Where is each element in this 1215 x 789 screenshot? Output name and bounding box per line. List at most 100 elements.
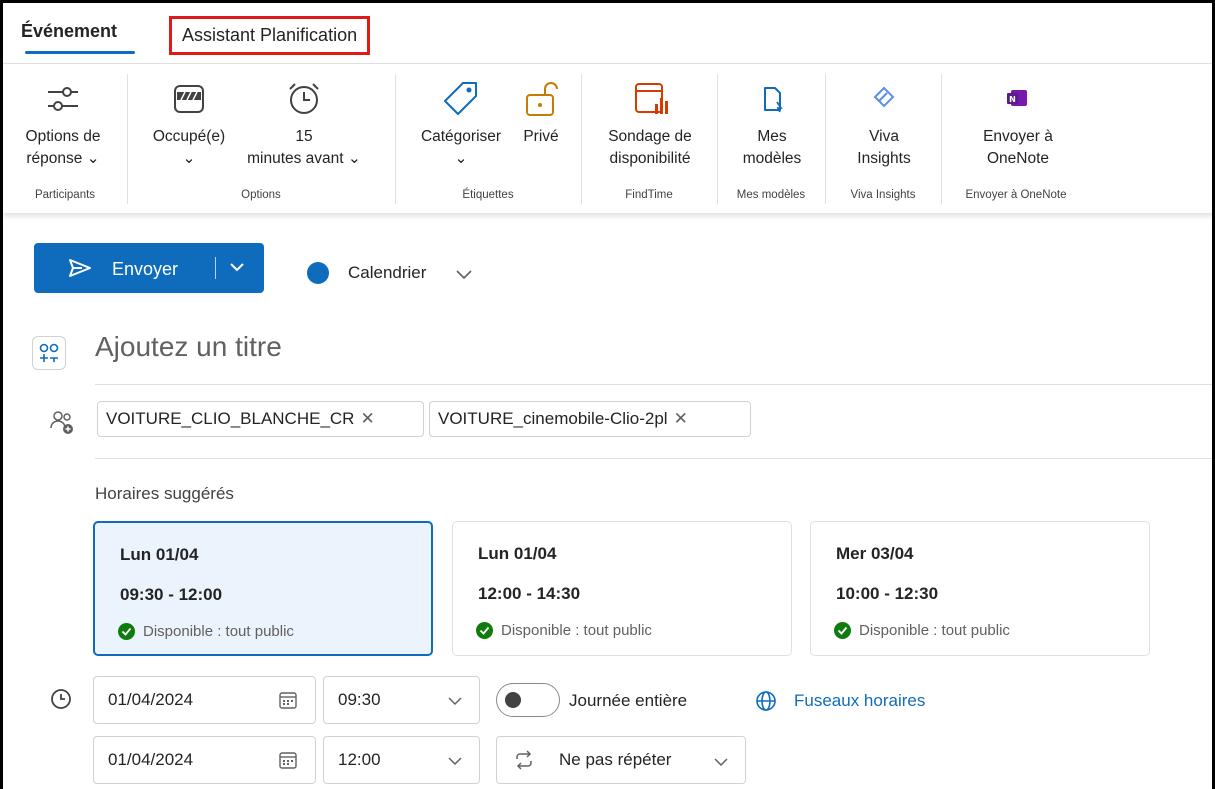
- ribbon-tabs: Événement Assistant Planification: [3, 3, 1212, 63]
- repeat-value: Ne pas répéter: [559, 750, 672, 769]
- send-button[interactable]: Envoyer: [34, 243, 264, 293]
- end-time-value: 12:00: [338, 750, 381, 769]
- suggestion-status: Disponible : tout public: [501, 622, 652, 639]
- reminder-line2: minutes avant ⌄: [247, 150, 361, 167]
- suggestion-day: Lun 01/04: [120, 545, 199, 564]
- reminder-button[interactable]: 15 minutes avant ⌄: [237, 78, 371, 170]
- chevron-down-icon[interactable]: [446, 753, 464, 773]
- end-date-value: 01/04/2024: [108, 750, 194, 769]
- unlock-icon: [513, 78, 569, 120]
- busy-status-line1: Occupé(e): [152, 128, 226, 145]
- availability-poll-line1: Sondage de: [608, 128, 692, 145]
- busy-status-line2: ⌄: [182, 150, 196, 167]
- add-attendee-icon[interactable]: [49, 408, 75, 441]
- attendee-chip[interactable]: VOITURE_cinemobile-Clio-2pl ✕: [429, 401, 751, 437]
- sliders-icon: [17, 78, 109, 120]
- private-button[interactable]: Privé: [513, 78, 569, 148]
- private-line1: Privé: [523, 128, 559, 145]
- attendee-name: VOITURE_cinemobile-Clio-2pl: [438, 409, 668, 428]
- toggle-knob: [505, 692, 521, 708]
- ribbon-separator: [395, 74, 396, 204]
- suggestion-status: Disponible : tout public: [859, 622, 1010, 639]
- app-window: Événement Assistant Planification Option…: [0, 0, 1215, 789]
- viva-insights-icon: [837, 78, 931, 120]
- busy-status-icon: [139, 78, 239, 120]
- tag-icon: [409, 78, 513, 120]
- tab-event[interactable]: Événement: [21, 21, 117, 42]
- globe-icon[interactable]: [754, 689, 778, 718]
- attendee-name: VOITURE_CLIO_BLANCHE_CR: [106, 409, 355, 428]
- start-date-field[interactable]: 01/04/2024: [93, 676, 316, 724]
- group-label-viva: Viva Insights: [850, 189, 916, 201]
- chevron-down-icon[interactable]: [446, 693, 464, 713]
- calendar-color-dot: [307, 262, 329, 284]
- end-time-field[interactable]: 12:00: [323, 736, 480, 784]
- my-templates-button[interactable]: Mes modèles: [725, 78, 819, 170]
- all-day-label: Journée entière: [569, 691, 688, 710]
- categorize-button[interactable]: Catégoriser ⌄: [409, 78, 513, 170]
- response-options-line1: Options de: [25, 128, 101, 145]
- suggested-time-card[interactable]: Lun 01/04 12:00 - 14:30 Disponible : tou…: [452, 521, 792, 656]
- all-day-toggle[interactable]: [496, 683, 560, 717]
- start-time-value: 09:30: [338, 690, 381, 709]
- suggested-time-card[interactable]: Mer 03/04 10:00 - 12:30 Disponible : tou…: [810, 521, 1150, 656]
- remove-attendee-icon[interactable]: ✕: [360, 409, 374, 428]
- send-label: Envoyer: [112, 259, 179, 279]
- chevron-down-icon[interactable]: [713, 753, 729, 773]
- repeat-icon: [513, 750, 535, 775]
- emoji-add-icon[interactable]: [32, 336, 66, 370]
- poll-calendar-icon: [593, 78, 707, 120]
- suggestion-time: 10:00 - 12:30: [836, 584, 939, 603]
- suggestion-day: Lun 01/04: [478, 544, 557, 563]
- ribbon-separator: [717, 74, 718, 204]
- ribbon-separator: [127, 74, 128, 204]
- attendee-chip[interactable]: VOITURE_CLIO_BLANCHE_CR ✕: [97, 401, 424, 437]
- viva-insights-line1: Viva: [869, 128, 899, 145]
- group-label-onenote: Envoyer à OneNote: [965, 189, 1067, 201]
- response-options-button[interactable]: Options de réponse ⌄: [17, 78, 109, 170]
- send-to-onenote-line2: OneNote: [986, 150, 1050, 167]
- send-icon: [68, 258, 92, 283]
- calendar-selector[interactable]: Calendrier: [348, 263, 426, 283]
- reminder-line1: 15: [295, 128, 313, 145]
- repeat-dropdown[interactable]: Ne pas répéter: [496, 736, 746, 784]
- attendees-underline: [95, 458, 1212, 459]
- remove-attendee-icon[interactable]: ✕: [674, 409, 688, 428]
- calendar-icon[interactable]: [278, 750, 298, 775]
- busy-status-button[interactable]: Occupé(e) ⌄: [139, 78, 239, 170]
- clock-icon: [49, 687, 73, 716]
- categorize-line1: Catégoriser: [420, 128, 502, 145]
- group-label-participants: Participants: [34, 189, 96, 201]
- start-date-value: 01/04/2024: [108, 690, 194, 709]
- my-templates-line2: modèles: [742, 150, 802, 167]
- response-options-line2: réponse ⌄: [26, 150, 100, 167]
- start-time-field[interactable]: 09:30: [323, 676, 480, 724]
- my-templates-line1: Mes: [757, 128, 787, 145]
- end-date-field[interactable]: 01/04/2024: [93, 736, 316, 784]
- viva-insights-button[interactable]: Viva Insights: [837, 78, 931, 170]
- categorize-line2: ⌄: [454, 150, 468, 167]
- chevron-down-icon[interactable]: [454, 267, 474, 286]
- viva-insights-line2: Insights: [857, 150, 911, 167]
- chevron-down-icon[interactable]: [228, 260, 246, 279]
- availability-poll-button[interactable]: Sondage de disponibilité: [593, 78, 707, 170]
- calendar-icon[interactable]: [278, 690, 298, 715]
- alarm-clock-icon: [237, 78, 371, 120]
- ribbon-separator: [941, 74, 942, 204]
- availability-poll-line2: disponibilité: [609, 150, 691, 167]
- tab-scheduling-assistant[interactable]: Assistant Planification: [169, 16, 371, 55]
- available-check-icon: [834, 622, 851, 639]
- time-zones-link[interactable]: Fuseaux horaires: [794, 691, 925, 711]
- ribbon: Options de réponse ⌄ Occupé(e) ⌄ 15 minu…: [3, 63, 1212, 213]
- suggestion-status: Disponible : tout public: [143, 623, 294, 640]
- ribbon-separator: [825, 74, 826, 204]
- svg-text:N: N: [1009, 95, 1016, 104]
- send-to-onenote-button[interactable]: N Envoyer à OneNote: [953, 78, 1083, 170]
- suggested-time-card[interactable]: Lun 01/04 09:30 - 12:00 Disponible : tou…: [93, 521, 433, 656]
- title-input[interactable]: Ajoutez un titre: [95, 331, 282, 363]
- ribbon-separator: [581, 74, 582, 204]
- template-icon: [725, 78, 819, 120]
- suggestion-day: Mer 03/04: [836, 544, 914, 563]
- group-label-findtime: FindTime: [625, 189, 673, 201]
- onenote-icon: N: [953, 78, 1083, 120]
